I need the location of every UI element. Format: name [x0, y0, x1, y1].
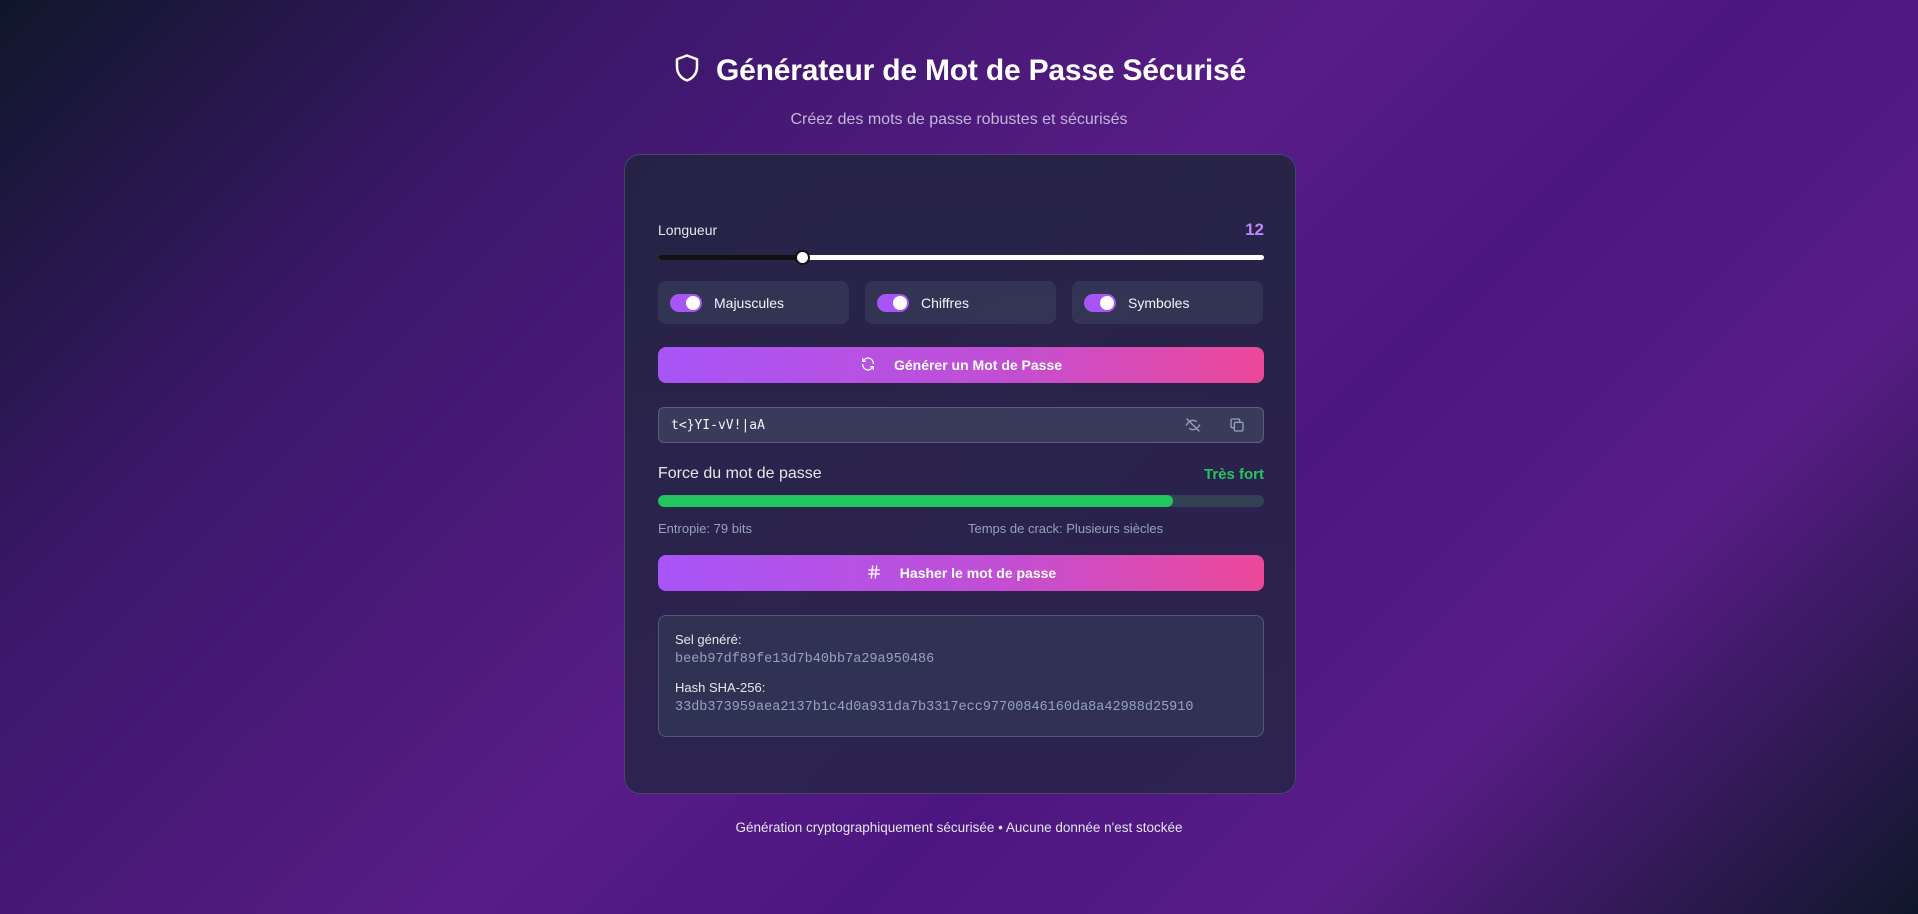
- strength-label: Force du mot de passe: [658, 465, 822, 482]
- symbols-switch[interactable]: [1084, 293, 1116, 312]
- copy-icon[interactable]: [1227, 415, 1247, 435]
- strength-bar-fill: [658, 495, 1174, 507]
- digits-label: Chiffres: [921, 294, 969, 311]
- refresh-icon: [860, 356, 876, 375]
- generate-button-label: Générer un Mot de Passe: [893, 357, 1063, 373]
- strength-value: Très fort: [1203, 465, 1264, 483]
- header: Générateur de Mot de Passe Sécurisé Crée…: [0, 52, 1918, 129]
- salt-label: Sel généré:: [675, 632, 742, 647]
- footer-note: Génération cryptographiquement sécurisée…: [735, 820, 1183, 835]
- generate-button[interactable]: Générer un Mot de Passe: [658, 347, 1264, 383]
- hash-button-label: Hasher le mot de passe: [899, 565, 1057, 581]
- title-row: Générateur de Mot de Passe Sécurisé: [0, 52, 1918, 89]
- digits-switch[interactable]: [877, 293, 909, 312]
- option-symbols[interactable]: Symboles: [1072, 281, 1263, 324]
- option-uppercase[interactable]: Majuscules: [658, 281, 849, 324]
- salt-value[interactable]: beeb97df89fe13d7b40bb7a29a950486: [675, 652, 1247, 667]
- length-row: Longueur 12: [658, 217, 1264, 243]
- uppercase-switch[interactable]: [670, 293, 702, 312]
- slider-fill: [658, 255, 802, 260]
- page-subtitle: Créez des mots de passe robustes et sécu…: [790, 111, 1128, 128]
- hash-button[interactable]: Hasher le mot de passe: [658, 555, 1264, 591]
- eye-off-icon[interactable]: [1183, 415, 1203, 435]
- hash-result-box: Sel généré: beeb97df89fe13d7b40bb7a29a95…: [658, 615, 1264, 737]
- generator-card: Longueur 12 Majuscules Chiffres Symboles…: [624, 154, 1296, 794]
- strength-row: Force du mot de passe Très fort: [658, 463, 1264, 485]
- stats-row: Entropie: 79 bits Temps de crack: Plusie…: [658, 521, 1264, 539]
- strength-bar: [658, 495, 1264, 507]
- password-value[interactable]: t<}YI-vV!|aA: [671, 418, 1183, 433]
- switch-knob: [1100, 295, 1114, 310]
- password-field[interactable]: t<}YI-vV!|aA: [658, 407, 1264, 443]
- hash-label: Hash SHA-256:: [675, 680, 766, 695]
- switch-knob: [686, 295, 700, 310]
- option-digits[interactable]: Chiffres: [865, 281, 1056, 324]
- page-title: Générateur de Mot de Passe Sécurisé: [716, 53, 1246, 87]
- hash-icon: [866, 564, 882, 583]
- length-label: Longueur: [658, 222, 718, 238]
- hash-value[interactable]: 33db373959aea2137b1c4d0a931da7b3317ecc97…: [675, 700, 1247, 715]
- uppercase-label: Majuscules: [714, 294, 785, 311]
- shield-icon: [672, 52, 702, 89]
- switch-knob: [893, 295, 907, 310]
- entropy-text: Entropie: 79 bits: [658, 521, 752, 536]
- length-value: 12: [1245, 220, 1264, 239]
- options-row: Majuscules Chiffres Symboles: [658, 281, 1264, 324]
- slider-thumb[interactable]: [794, 250, 810, 265]
- symbols-label: Symboles: [1128, 294, 1190, 311]
- crack-time-text: Temps de crack: Plusieurs siècles: [968, 521, 1164, 536]
- length-slider[interactable]: [658, 249, 1264, 265]
